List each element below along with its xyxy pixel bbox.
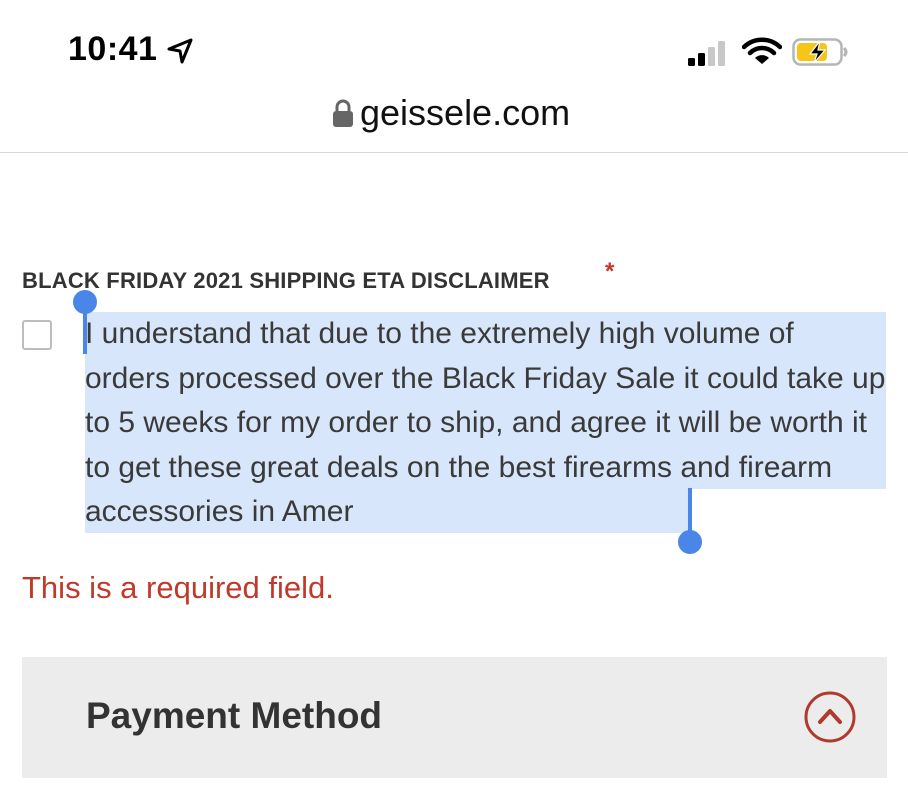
required-field-error: This is a required field.	[22, 570, 334, 605]
browser-address-bar[interactable]: geissele.com	[0, 90, 908, 153]
disclaimer-text[interactable]: I understand that due to the extremely h…	[85, 312, 887, 535]
selection-end-handle-knob[interactable]	[678, 530, 702, 554]
selection-start-handle-knob[interactable]	[73, 290, 97, 314]
url-text[interactable]: geissele.com	[360, 92, 570, 134]
cellular-signal-icon	[688, 41, 725, 66]
disclaimer-title: BLACK FRIDAY 2021 SHIPPING ETA DISCLAIME…	[22, 268, 550, 293]
required-marker: *	[605, 258, 615, 285]
payment-method-section[interactable]: Payment Method	[22, 657, 887, 778]
status-bar: 10:41	[0, 0, 908, 90]
wifi-icon	[742, 37, 782, 64]
payment-method-title: Payment Method	[86, 695, 383, 736]
lock-icon	[333, 99, 353, 127]
battery-charging-icon	[792, 38, 848, 66]
disclaimer-checkbox[interactable]	[22, 320, 52, 350]
chevron-up-circle-icon[interactable]	[803, 690, 857, 744]
location-arrow-icon	[167, 38, 193, 64]
status-time: 10:41	[68, 30, 158, 68]
